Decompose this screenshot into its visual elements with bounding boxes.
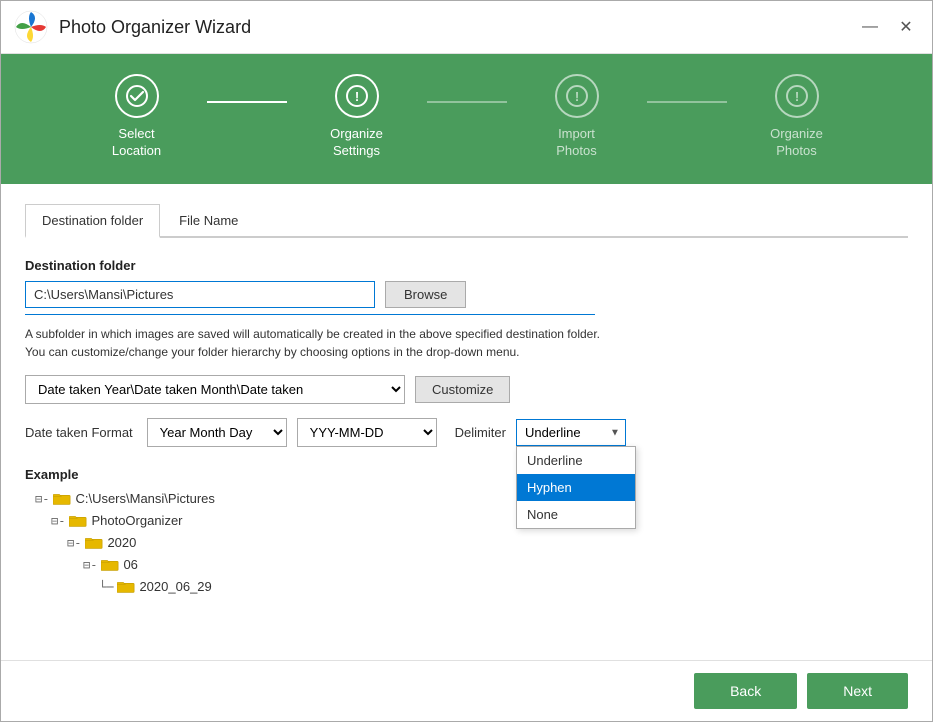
title-bar: Photo Organizer Wizard — ✕ [1, 1, 932, 54]
date-format-select[interactable]: Year Month Day Month Day Year Day Month … [147, 418, 287, 447]
wizard-content: Destination folder File Name Destination… [1, 184, 932, 660]
connector-2 [427, 101, 507, 103]
example-section: Example ⊟- C:\Users\Mansi\Pictures ⊟- [25, 467, 908, 598]
tree-row-3: ⊟- 06 [35, 554, 908, 576]
tree-row-2: ⊟- 2020 [35, 532, 908, 554]
wizard-footer: Back Next [1, 660, 932, 721]
delimiter-label: Delimiter [455, 425, 506, 440]
customize-button[interactable]: Customize [415, 376, 510, 403]
delimiter-option-underline[interactable]: Underline [517, 447, 635, 474]
back-button[interactable]: Back [694, 673, 797, 709]
tree-text-2: 2020 [107, 532, 136, 554]
info-text: A subfolder in which images are saved wi… [25, 325, 908, 361]
tree-row-4: └─ 2020_06_29 [35, 576, 908, 598]
wizard-window: Photo Organizer Wizard — ✕ SelectLocatio… [0, 0, 933, 722]
step-3-label: ImportPhotos [556, 126, 596, 160]
app-logo [13, 9, 49, 45]
delimiter-option-hyphen[interactable]: Hyphen [517, 474, 635, 501]
folder-icon-4 [117, 580, 135, 594]
svg-text:!: ! [354, 89, 358, 104]
step-2-label: OrganizeSettings [330, 126, 383, 160]
step-4-circle: ! [775, 74, 819, 118]
tab-bar: Destination folder File Name [25, 204, 908, 238]
connector-1 [207, 101, 287, 103]
date-format-label: Date taken Format [25, 425, 133, 440]
folder-path-input[interactable] [25, 281, 375, 308]
step-4-label: OrganizePhotos [770, 126, 823, 160]
step-2-circle: ! [335, 74, 379, 118]
browse-button[interactable]: Browse [385, 281, 466, 308]
tree-row-1: ⊟- PhotoOrganizer [35, 510, 908, 532]
tree-text-0: C:\Users\Mansi\Pictures [75, 488, 214, 510]
format-row: Date taken Format Year Month Day Month D… [25, 418, 908, 447]
wizard-steps: SelectLocation ! OrganizeSettings [67, 74, 867, 160]
step-1-label: SelectLocation [112, 126, 161, 160]
folder-tree: ⊟- C:\Users\Mansi\Pictures ⊟- Photo [25, 488, 908, 598]
exclaim-icon-4: ! [786, 85, 808, 107]
step-organize-settings: ! OrganizeSettings [287, 74, 427, 160]
checkmark-icon [126, 85, 148, 107]
tree-text-1: PhotoOrganizer [91, 510, 182, 532]
svg-text:!: ! [794, 89, 798, 104]
delimiter-display[interactable]: Underline [516, 419, 626, 446]
window-controls: — ✕ [856, 13, 920, 41]
folder-row: Browse [25, 281, 908, 308]
minimize-button[interactable]: — [856, 13, 884, 41]
folder-icon-1 [69, 514, 87, 528]
exclaim-icon-3: ! [566, 85, 588, 107]
folder-icon-0 [53, 492, 71, 506]
next-button[interactable]: Next [807, 673, 908, 709]
step-1-circle [115, 74, 159, 118]
divider [25, 314, 595, 315]
tree-row-0: ⊟- C:\Users\Mansi\Pictures [35, 488, 908, 510]
date-pattern-select[interactable]: YYY-MM-DD YYYY-MM-DD MM-DD-YYYY [297, 418, 437, 447]
exclaim-icon-active: ! [346, 85, 368, 107]
delimiter-option-none[interactable]: None [517, 501, 635, 528]
tree-text-4: 2020_06_29 [139, 576, 211, 598]
close-button[interactable]: ✕ [892, 13, 920, 41]
hierarchy-select[interactable]: Date taken Year\Date taken Month\Date ta… [25, 375, 405, 404]
delimiter-wrapper: Underline ▼ Underline Hyphen None [516, 419, 626, 446]
step-organize-photos: ! OrganizePhotos [727, 74, 867, 160]
step-import-photos: ! ImportPhotos [507, 74, 647, 160]
connector-3 [647, 101, 727, 103]
step-select-location: SelectLocation [67, 74, 207, 160]
folder-icon-2 [85, 536, 103, 550]
destination-folder-label: Destination folder [25, 258, 908, 273]
tab-file-name[interactable]: File Name [162, 204, 255, 236]
tab-destination-folder[interactable]: Destination folder [25, 204, 160, 238]
wizard-header: SelectLocation ! OrganizeSettings [1, 54, 932, 184]
folder-icon-3 [101, 558, 119, 572]
window-title: Photo Organizer Wizard [59, 17, 856, 38]
hierarchy-row: Date taken Year\Date taken Month\Date ta… [25, 375, 908, 404]
example-label: Example [25, 467, 908, 482]
svg-text:!: ! [574, 89, 578, 104]
tree-text-3: 06 [123, 554, 137, 576]
delimiter-dropdown: Underline Hyphen None [516, 446, 636, 529]
step-3-circle: ! [555, 74, 599, 118]
